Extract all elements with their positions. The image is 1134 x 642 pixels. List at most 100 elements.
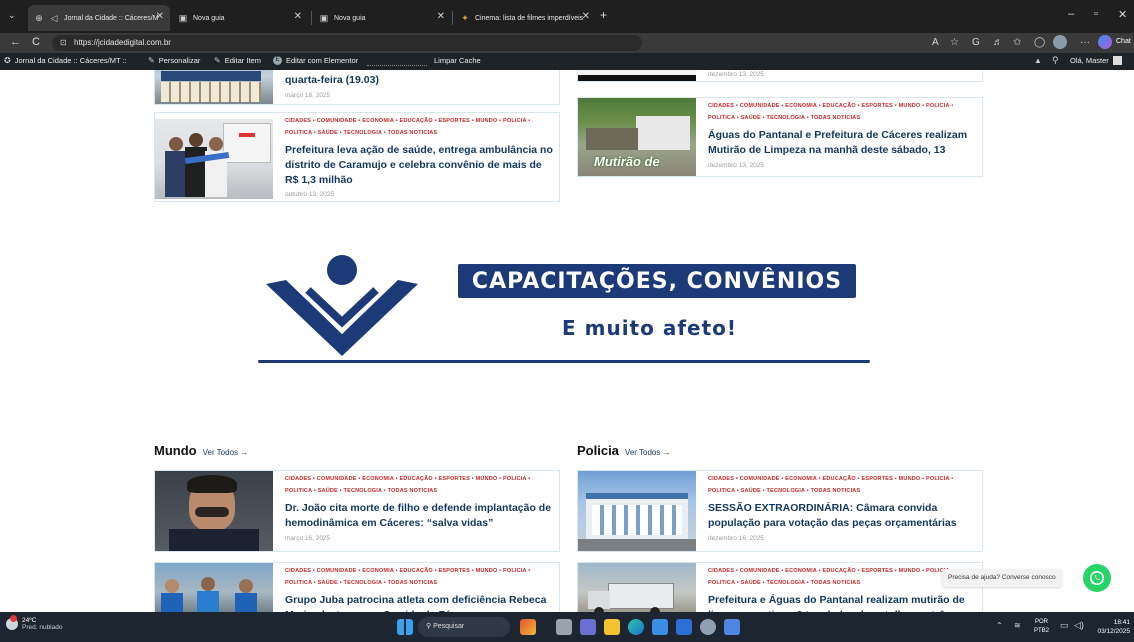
shield-icon[interactable]: ◯ (1034, 37, 1045, 48)
category-link[interactable]: SAÚDE (741, 580, 761, 586)
post-title[interactable]: Prefeitura e Águas do Pantanal realizam … (708, 593, 978, 612)
photos-app-icon[interactable] (724, 619, 740, 635)
category-link[interactable]: MUNDO (899, 103, 921, 109)
category-link[interactable]: CIDADES (708, 103, 734, 109)
close-icon[interactable]: ✕ (582, 11, 590, 22)
category-link[interactable]: POLITICA (285, 488, 312, 494)
store-app-icon[interactable] (652, 619, 668, 635)
category-link[interactable]: TODAS NOTICIAS (388, 488, 438, 494)
edge-browser-icon[interactable] (628, 619, 644, 635)
category-link[interactable]: POLICIA (503, 476, 527, 482)
profile-icon[interactable] (1053, 35, 1067, 49)
favorite-icon[interactable]: ☆ (950, 37, 959, 48)
category-link[interactable]: POLICIA (926, 476, 950, 482)
read-aloud-icon[interactable]: A (932, 37, 939, 48)
category-link[interactable]: TECNOLOGIA (344, 580, 382, 586)
close-icon[interactable]: ✕ (437, 11, 445, 22)
category-link[interactable]: ESPORTES (438, 476, 470, 482)
category-link[interactable]: ECONOMIA (785, 568, 817, 574)
wp-account-menu[interactable]: Olá, Master (1070, 56, 1122, 65)
category-link[interactable]: COMUNIDADE (317, 568, 357, 574)
close-icon[interactable]: ✕ (294, 11, 302, 22)
display-icon[interactable]: ▭ (1060, 620, 1069, 631)
post-title[interactable]: quarta-feira (19.03) (285, 73, 555, 88)
promo-banner[interactable]: CAPACITAÇÕES, CONVÊNIOS E muito afeto! (240, 240, 900, 376)
post-thumbnail[interactable]: Mutirão de (578, 98, 696, 176)
see-all-link[interactable]: Ver Todos → (625, 448, 671, 457)
post-thumbnail[interactable] (155, 119, 273, 199)
category-link[interactable]: CIDADES (285, 476, 311, 482)
restore-icon[interactable]: ▫ (1094, 8, 1098, 20)
category-link[interactable]: COMUNIDADE (740, 103, 780, 109)
tab-new-1[interactable]: ▣ Nova guia ✕ (172, 5, 308, 31)
post-title[interactable]: Prefeitura leva ação de saúde, entrega a… (285, 143, 555, 188)
category-link[interactable]: COMUNIDADE (317, 118, 357, 124)
category-link[interactable]: EDUCAÇÃO (399, 476, 432, 482)
category-link[interactable]: EDUCAÇÃO (822, 568, 855, 574)
taskbar-search[interactable]: ⚲ Pesquisar (418, 617, 510, 637)
post-card[interactable]: dezembro 13, 2025 (577, 70, 983, 82)
category-link[interactable]: ESPORTES (861, 568, 893, 574)
post-card[interactable]: quarta-feira (19.03) março 18, 2025 (154, 70, 560, 105)
category-link[interactable]: POLITICA (708, 580, 735, 586)
category-link[interactable]: EDUCAÇÃO (822, 103, 855, 109)
tab-cinema[interactable]: ✦ Cinema: lista de filmes imperdíveis ✕ (454, 5, 594, 31)
post-card[interactable]: CIDADES • COMUNIDADE • ECONOMIA • EDUCAÇ… (154, 470, 560, 552)
category-link[interactable]: ECONOMIA (362, 568, 394, 574)
post-card[interactable]: CIDADES • COMUNIDADE • ECONOMIA • EDUCAÇ… (577, 470, 983, 552)
category-link[interactable]: TECNOLOGIA (344, 488, 382, 494)
wp-site-link[interactable]: ✪ Jornal da Cidade :: Cáceres/MT :: (4, 56, 127, 65)
new-tab-button[interactable]: + (600, 8, 607, 22)
post-title[interactable]: SESSÃO EXTRAORDINÁRIA: Câmara convida po… (708, 501, 978, 531)
whatsapp-button[interactable] (1083, 564, 1111, 592)
category-link[interactable]: CIDADES (708, 568, 734, 574)
category-link[interactable]: ESPORTES (861, 476, 893, 482)
refresh-page-icon[interactable]: G (972, 37, 980, 48)
clock[interactable]: 18:41 03/12/2025 (1094, 618, 1130, 636)
refresh-icon[interactable]: C (32, 36, 40, 48)
category-link[interactable]: POLITICA (285, 130, 312, 136)
category-link[interactable]: ESPORTES (438, 118, 470, 124)
mail-app-icon[interactable] (676, 619, 692, 635)
tab-new-2[interactable]: ▣ Nova guia ✕ (313, 5, 451, 31)
post-thumbnail[interactable] (155, 563, 273, 612)
post-thumbnail[interactable] (155, 471, 273, 551)
chevron-up-icon[interactable]: ⌃ (996, 621, 1003, 630)
task-view-icon[interactable] (556, 619, 572, 635)
category-link[interactable]: CIDADES (285, 568, 311, 574)
minimize-icon[interactable]: – (1068, 8, 1074, 20)
category-link[interactable]: SAÚDE (741, 488, 761, 494)
category-link[interactable]: TODAS NOTICIAS (811, 488, 861, 494)
language-indicator[interactable]: POR PTB2 (1034, 618, 1049, 636)
wp-elementor-link[interactable]: E Editar com Elementor (273, 56, 358, 65)
close-window-icon[interactable]: ✕ (1118, 8, 1127, 21)
see-all-link[interactable]: Ver Todos → (203, 448, 249, 457)
category-link[interactable]: MUNDO (476, 568, 498, 574)
category-link[interactable]: COMUNIDADE (740, 568, 780, 574)
notifications-icon[interactable]: ▲ (1034, 56, 1042, 65)
post-card[interactable]: CIDADES • COMUNIDADE • ECONOMIA • EDUCAÇ… (577, 562, 983, 612)
category-link[interactable]: EDUCAÇÃO (399, 118, 432, 124)
category-link[interactable]: ESPORTES (861, 103, 893, 109)
wp-customize-link[interactable]: ✎ Personalizar (148, 56, 200, 65)
category-link[interactable]: MUNDO (476, 476, 498, 482)
category-link[interactable]: TECNOLOGIA (767, 488, 805, 494)
category-link[interactable]: POLITICA (285, 580, 312, 586)
teams-app-icon[interactable] (580, 619, 596, 635)
file-explorer-icon[interactable] (604, 619, 620, 635)
category-link[interactable]: TECNOLOGIA (767, 115, 805, 121)
volume-icon[interactable]: ◁) (1074, 620, 1084, 631)
category-link[interactable]: POLICIA (926, 103, 950, 109)
chat-prompt[interactable]: Precisa de ajuda? Converse conosco (942, 569, 1062, 587)
category-link[interactable]: ECONOMIA (362, 476, 394, 482)
wp-edit-item-link[interactable]: ✎ Editar Item (214, 56, 261, 65)
windows-start-icon[interactable] (397, 619, 413, 635)
network-icon[interactable]: ≋ (1014, 621, 1021, 630)
category-link[interactable]: MUNDO (899, 476, 921, 482)
post-title[interactable]: Águas do Pantanal e Prefeitura de Cácere… (708, 128, 978, 158)
more-icon[interactable]: ··· (1080, 37, 1090, 48)
category-link[interactable]: CIDADES (708, 476, 734, 482)
category-link[interactable]: ESPORTES (438, 568, 470, 574)
post-title[interactable]: Dr. João cita morte de filho e defende i… (285, 501, 555, 531)
category-link[interactable]: MUNDO (899, 568, 921, 574)
